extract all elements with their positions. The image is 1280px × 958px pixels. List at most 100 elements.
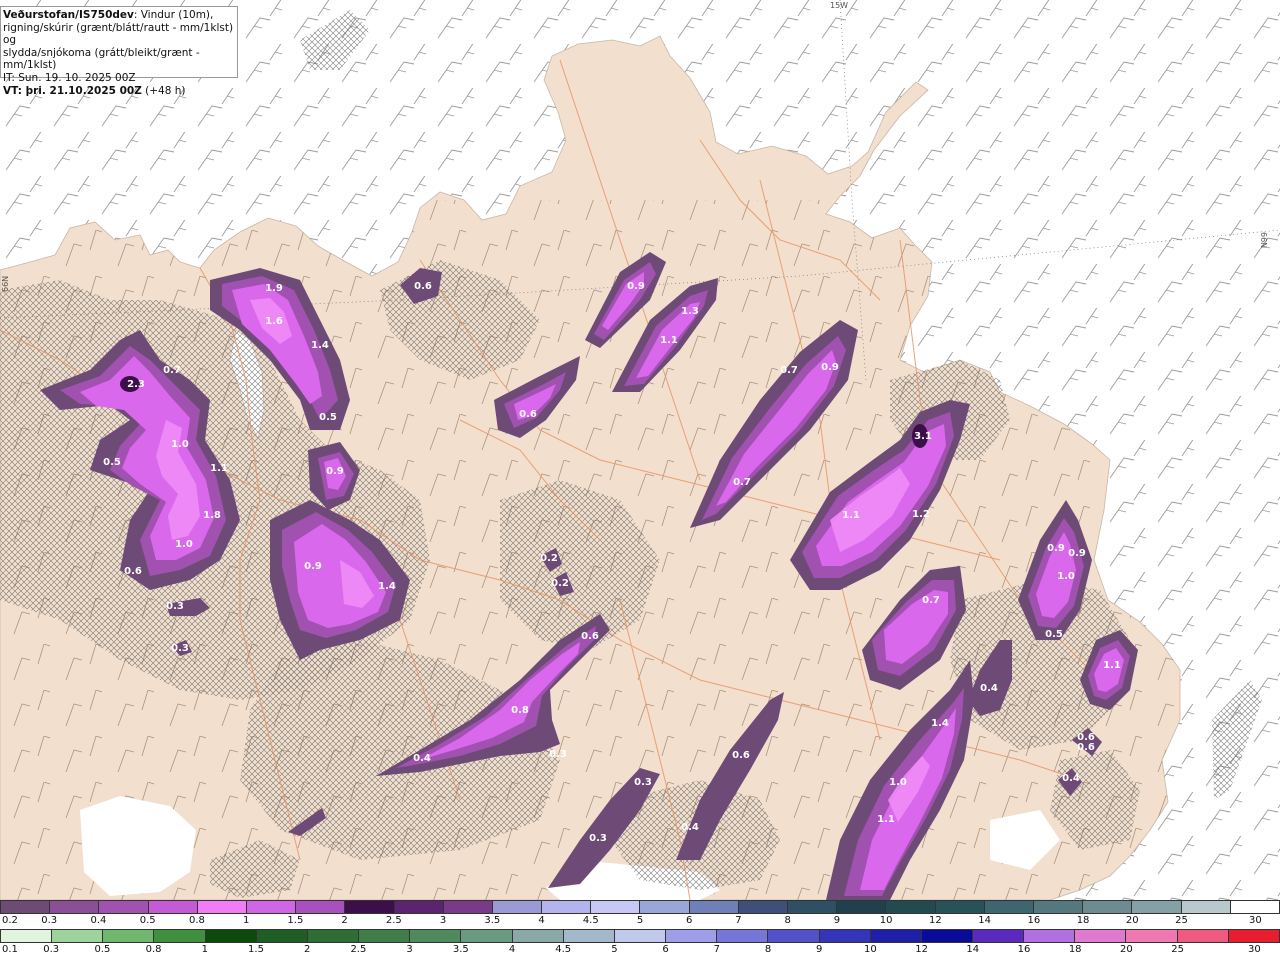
legend-swatch (972, 930, 1025, 942)
precip-value-label: 0.6 (124, 566, 142, 577)
legend-label: 4 (508, 944, 516, 955)
legend-label: 1.5 (248, 944, 264, 955)
precip-value-label: 0.7 (733, 477, 751, 488)
legend-label: 25 (1171, 944, 1184, 955)
legend-label: 3 (439, 915, 447, 926)
info-line1-rest: : Vindur (10m), (133, 9, 214, 21)
legend-label: 0.2 (2, 915, 18, 926)
legend-label: 20 (1125, 915, 1139, 926)
legend-label: 7 (735, 915, 742, 926)
legend-label: 16 (1027, 915, 1041, 926)
legend-label: 6 (662, 944, 669, 955)
legend-swatch (640, 901, 690, 913)
precip-value-label: 0.9 (1068, 548, 1086, 559)
legend-swatch (935, 901, 985, 913)
legend-label: 18 (1076, 915, 1090, 926)
legend-swatch (1230, 901, 1280, 913)
legend-swatch (1228, 930, 1280, 942)
legend-swatch (246, 901, 297, 913)
legend-label: 10 (864, 944, 877, 955)
legend-label: 0.8 (145, 944, 162, 955)
precip-value-label: 0.3 (589, 833, 607, 844)
legend-label: 16 (1017, 944, 1031, 955)
precip-value-label: 1.1 (842, 510, 860, 521)
legend-swatch (296, 901, 346, 913)
legend-label: 6 (686, 915, 693, 926)
precip-value-label: 0.3 (549, 749, 567, 760)
legend-label: 8 (784, 915, 791, 926)
legend-label: 3 (406, 944, 413, 955)
info-line3: slydda/snjókoma (grátt/bleikt/grænt - mm… (3, 46, 200, 72)
legend-label: 9 (833, 915, 841, 926)
info-issue-time: IT: Sun. 19. 10. 2025 00Z (3, 71, 136, 84)
legend-swatch (1033, 901, 1084, 913)
legend-swatch (870, 930, 922, 942)
info-lead-time: (+48 h) (141, 84, 186, 97)
grid-label-top: 15W (830, 1, 849, 10)
legend-label: 2 (341, 915, 348, 926)
legend-swatch (886, 901, 936, 913)
precip-value-label: 1.0 (175, 539, 193, 550)
legend-rain: 0.1 0.3 0.5 0.8 1 1.5 2 2.5 3 3.5 4 4.5 5 6 7 8 9 10 12 14 1… (0, 929, 1280, 957)
grid-label-right: 66N (1259, 232, 1268, 249)
info-line2: rigning/skúrir (grænt/blátt/rautt - mm/1… (3, 21, 234, 47)
precip-value-label: 1.1 (1103, 660, 1121, 671)
precip-value-label: 0.4 (1062, 773, 1080, 784)
precip-value-label: 2.3 (127, 379, 145, 390)
precip-value-label: 0.9 (1047, 543, 1065, 554)
legend-swatch (768, 930, 820, 942)
legend-label: 30 (1248, 944, 1261, 955)
legend-swatch (443, 901, 493, 913)
legend-snow-labels: 0.2 0.3 0.4 0.5 0.8 1 1.5 2 2.5 3 3.5 4 4.5 5 6 7 8 9 10 12… (0, 914, 1280, 928)
precip-value-label: 0.6 (581, 631, 599, 642)
legend-label: 0.4 (90, 915, 107, 926)
precip-value-label: 1.3 (681, 306, 699, 317)
precip-value-label: 0.6 (414, 281, 432, 292)
precip-value-label: 0.3 (171, 643, 189, 654)
legend-swatch (1132, 901, 1182, 913)
legend-swatch (512, 930, 564, 942)
legend-label: 12 (915, 944, 928, 955)
legend-label: 4.5 (555, 944, 572, 955)
legend-swatch (819, 930, 871, 942)
legend-swatch (689, 901, 739, 913)
precip-value-label: 0.9 (627, 281, 645, 292)
info-valid-time: VT: þri. 21.10.2025 00Z (3, 84, 142, 97)
info-source: Veðurstofan/IS750dev (3, 9, 134, 21)
weather-map: 1.9 1.6 1.4 0.5 2.3 0.7 1.0 0.5 1.1 1.8 1.0 0.6 0.3 0… (0, 0, 1280, 900)
precip-value-label: 0.5 (1045, 629, 1063, 640)
legend-swatch (345, 901, 395, 913)
legend-swatch (256, 930, 308, 942)
info-box: Veðurstofan/IS750dev: Vindur (10m), rign… (0, 6, 238, 97)
precip-value-label: 0.6 (1077, 732, 1095, 743)
legend-label: 0.3 (41, 915, 58, 926)
legend-label: 7 (713, 944, 720, 955)
legend-label: 2.5 (385, 915, 402, 926)
info-title-line: Veðurstofan/IS750dev: Vindur (10m), (3, 9, 235, 22)
legend-swatch (50, 901, 100, 913)
legend-label: 0.3 (43, 944, 60, 955)
legend-swatch (154, 930, 206, 942)
legend-label: 0.5 (94, 944, 111, 955)
legend-swatch (52, 930, 104, 942)
legend-swatch (359, 930, 411, 942)
precip-value-label: 0.2 (551, 578, 569, 589)
legend-swatch (1181, 901, 1231, 913)
legend-label: 20 (1120, 944, 1133, 955)
legend-label: 9 (816, 944, 823, 955)
legend-swatch (984, 901, 1034, 913)
legend-label: 18 (1068, 944, 1082, 955)
legend-swatch (394, 901, 444, 913)
precip-value-label: 0.6 (732, 750, 750, 761)
legend-label: 5 (611, 944, 618, 955)
grid-label-left: 66N (1, 275, 10, 292)
legend-swatch (1126, 930, 1178, 942)
precip-value-label: 1.1 (660, 335, 678, 346)
legend-label: 30 (1249, 915, 1262, 926)
legend-label: 25 (1175, 915, 1188, 926)
legend-swatch (837, 901, 887, 913)
legend-label: 1.5 (287, 915, 304, 926)
legend-swatch (563, 930, 615, 942)
precip-value-label: 0.7 (780, 365, 798, 376)
legend-label: 14 (978, 915, 991, 926)
